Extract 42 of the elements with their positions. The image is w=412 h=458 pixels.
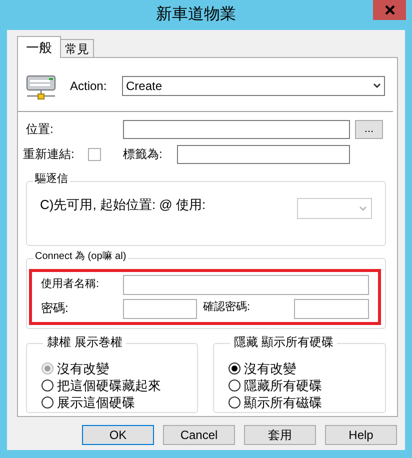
label-as-label: 標籤為:: [123, 146, 164, 163]
group-title: 驅逐信: [33, 174, 70, 185]
radio-button[interactable]: [228, 396, 241, 408]
group-title: Connect 為 (op嘛 al): [33, 252, 128, 262]
radio-button[interactable]: [41, 396, 54, 408]
radio-label: 把這個硬碟藏起來: [57, 378, 161, 392]
radio-label: 顯示所有磁碟: [244, 396, 322, 408]
location-label: 位置:: [26, 121, 54, 138]
group-title: 隸權 展示巻權: [43, 336, 126, 348]
dialog-button[interactable]: 套用: [244, 425, 316, 445]
tab[interactable]: 一般: [17, 36, 61, 58]
action-dropdown[interactable]: Create: [122, 76, 385, 96]
confirm-password-field[interactable]: [294, 299, 369, 319]
action-label: Action:: [70, 78, 108, 95]
dialog-button[interactable]: Cancel: [163, 425, 235, 445]
radio-label: 沒有改變: [57, 362, 109, 374]
tab[interactable]: 常見: [60, 39, 94, 58]
dialog-button[interactable]: Help: [325, 425, 397, 445]
radio-button[interactable]: [228, 362, 241, 374]
username-label: 使用者名稱:: [41, 279, 100, 290]
location-field[interactable]: [123, 120, 350, 138]
radio-button[interactable]: [228, 378, 241, 392]
radio-button[interactable]: [41, 378, 54, 392]
dialog-button[interactable]: OK: [82, 425, 154, 445]
reconnect-checkbox[interactable]: [88, 148, 101, 160]
close-icon: [384, 5, 394, 15]
password-field[interactable]: [123, 299, 197, 319]
chevron-down-icon: [359, 206, 367, 212]
radio-label: 展示這個硬碟: [57, 396, 135, 408]
username-field[interactable]: [123, 275, 369, 295]
group-title: 隱藏 顯示所有硬碟: [230, 336, 338, 348]
reconnect-label: 重新連結:: [23, 146, 76, 163]
chevron-down-icon: [373, 83, 381, 89]
drive-option-label: C)先可用, 起始位置: @ 使用:: [40, 198, 206, 211]
radio-label: 隱藏所有硬碟: [244, 378, 322, 392]
password-label: 密碼:: [41, 302, 68, 314]
window-title: 新車道物業: [156, 4, 236, 25]
label-field[interactable]: [177, 144, 350, 164]
confirm-password-label: 確認密碼:: [203, 302, 250, 313]
radio-label: 沒有改變: [244, 362, 296, 374]
browse-button[interactable]: ...: [355, 120, 383, 138]
close-button[interactable]: [373, 0, 406, 20]
